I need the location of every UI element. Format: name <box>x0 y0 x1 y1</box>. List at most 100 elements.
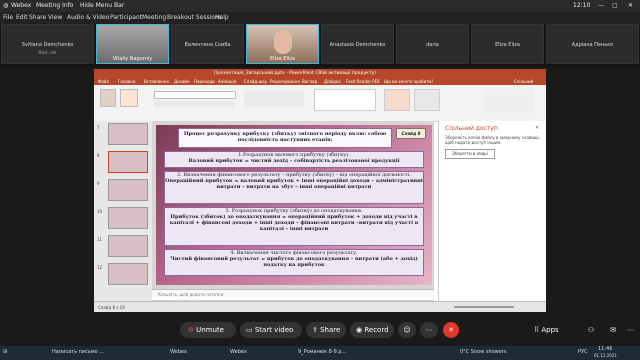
participants-icon[interactable]: ⚇ <box>582 322 600 338</box>
taskbar-app[interactable]: 9_Романюк 8-9.р... <box>298 349 346 355</box>
thumb-number: 12 <box>97 265 103 270</box>
share-pane: Спільний доступ ✕ Збережіть копію файлу … <box>438 121 546 301</box>
leave-meeting-button[interactable]: ✕ <box>443 322 459 338</box>
apps-label: Apps <box>541 326 559 334</box>
share-label: Share <box>320 326 341 334</box>
minimize-button[interactable]: — <box>598 2 604 9</box>
restore-button[interactable]: ▢ <box>612 2 618 9</box>
taskbar: ⊞ Написать письмо ... Webex Webex 9_Рома… <box>0 346 640 360</box>
tab-animations[interactable]: Анімація <box>218 79 236 84</box>
ppt-ribbon <box>94 85 546 122</box>
tab-help[interactable]: Довідка <box>324 79 341 84</box>
font-name-box[interactable] <box>154 91 236 99</box>
participant-tile[interactable]: Адріана Пенько <box>546 24 639 64</box>
taskbar-app[interactable]: Webex <box>230 349 247 355</box>
thumb-number: 10 <box>97 209 103 214</box>
slide-counter: Слайд 8 з 19 <box>98 305 125 310</box>
pane-close-icon[interactable]: ✕ <box>535 125 539 131</box>
close-icon[interactable]: ✕ <box>628 2 633 9</box>
chat-icon[interactable]: ✉ <box>604 322 622 338</box>
menu-file[interactable]: File <box>3 14 13 21</box>
meeting-controls: ⊘ Unmute ▭ Start video ⇪ Share ◉ Record … <box>0 314 640 346</box>
slide-thumbnail[interactable] <box>108 179 148 201</box>
participant-name: Svitlana Demchenko <box>21 42 74 48</box>
hide-menu-bar-button[interactable]: Hide Menu Bar <box>80 2 124 9</box>
current-slide[interactable]: Процес розрахунку прибутку (збитку) звіт… <box>156 125 432 285</box>
slide-heading-box: Процес розрахунку прибутку (збитку) звіт… <box>178 128 392 148</box>
apps-icon: ⠿ <box>534 326 540 334</box>
more-icon: ⋯ <box>425 326 433 334</box>
taskbar-clock[interactable]: 11:46 <box>598 346 612 352</box>
tab-transitions[interactable]: Переходи <box>194 79 215 84</box>
more-options-button[interactable]: ⋯ <box>420 322 438 338</box>
participant-video-tile[interactable]: Eliza Ellza <box>246 24 319 64</box>
mic-muted-icon: ⊘ <box>188 326 194 334</box>
thumb-number: 11 <box>97 237 103 242</box>
menu-share[interactable]: Share <box>29 14 46 21</box>
tab-foxit[interactable]: Foxit Reader PDF <box>346 79 380 84</box>
participant-tile[interactable]: Anastasia Demchenko <box>321 24 394 64</box>
tab-review[interactable]: Рецензування <box>270 79 300 84</box>
start-video-button[interactable]: ▭ Start video <box>240 322 302 338</box>
unmute-label: Unmute <box>196 326 224 334</box>
input-language[interactable]: РУС <box>578 349 588 355</box>
shapes-gallery[interactable] <box>314 89 376 111</box>
arrange-icon[interactable] <box>384 89 410 111</box>
paste-icon[interactable] <box>100 89 116 107</box>
reactions-button[interactable]: ☺ <box>398 322 416 338</box>
menu-edit[interactable]: Edit <box>16 14 28 21</box>
taskbar-app[interactable]: Webex <box>170 349 187 355</box>
menu-help[interactable]: Help <box>215 14 229 21</box>
slide-heading: Процес розрахунку прибутку (збитку) звіт… <box>183 131 387 143</box>
notes-pane[interactable]: Клацніть, щоб додати нотатки <box>152 289 434 300</box>
slide-thumbnail[interactable] <box>108 207 148 229</box>
shared-screen: Презентація_Загорський.pptx - PowerPoint… <box>94 69 546 312</box>
slide-thumbnail-selected[interactable] <box>108 151 148 173</box>
record-label: Record <box>364 326 389 334</box>
tab-view[interactable]: Вигляд <box>302 79 317 84</box>
title-bar: ◍ Webex Meeting Info Hide Menu Bar 12:10… <box>0 0 640 12</box>
participant-video-tile[interactable]: Vitaliy Nagorniy <box>96 24 169 64</box>
apps-button[interactable]: ⠿ Apps <box>530 322 576 338</box>
reactions-icon: ☺ <box>403 326 411 334</box>
ppt-ribbon-tabs: Файл Головна Вставлення Дизайн Переходи … <box>94 78 546 89</box>
menu-meeting[interactable]: Meeting <box>142 14 166 21</box>
more-panels-icon[interactable]: ⋯ <box>624 322 638 338</box>
menu-breakout-sessions[interactable]: Breakout Sessions <box>167 14 222 21</box>
tab-home[interactable]: Головна <box>118 79 135 84</box>
slide-thumbnail[interactable] <box>108 123 148 145</box>
slide-thumbnail[interactable] <box>108 263 148 285</box>
tab-slideshow[interactable]: Слайд-шоу <box>244 79 267 84</box>
menu-participant[interactable]: Participant <box>110 14 142 21</box>
zoom-slider[interactable] <box>454 306 514 308</box>
clock-text: 12:10 <box>573 2 591 9</box>
weather-text[interactable]: 0°C Snow showers <box>460 349 507 355</box>
video-off-icon: ▭ <box>246 326 253 334</box>
participant-strip: Svitlana Demchenko Host, me Vitaliy Nago… <box>0 24 640 67</box>
participant-tile[interactable]: daria <box>396 24 469 64</box>
font-format-row <box>154 101 234 107</box>
participant-tile[interactable]: Валентина Скиба <box>171 24 244 64</box>
share-pane-title: Спільний доступ <box>445 125 498 132</box>
tell-me-box[interactable]: Що ви хочете зробити? <box>384 79 433 84</box>
participant-name: Eliza Ellza <box>270 56 295 62</box>
menu-view[interactable]: View <box>48 14 62 21</box>
unmute-button[interactable]: ⊘ Unmute <box>180 322 236 338</box>
tab-design[interactable]: Дизайн <box>174 79 190 84</box>
meeting-info-button[interactable]: Meeting Info <box>36 2 73 9</box>
taskbar-date: 01.12.2021 <box>594 353 617 358</box>
participant-tile[interactable]: Svitlana Demchenko Host, me <box>1 24 94 64</box>
menu-audio-video[interactable]: Audio & Video <box>67 14 109 21</box>
quick-styles-icon[interactable] <box>414 89 440 111</box>
tab-file[interactable]: Файл <box>98 79 109 84</box>
tab-insert[interactable]: Вставлення <box>144 79 169 84</box>
thumb-number: 9 <box>97 181 100 186</box>
save-to-cloud-button[interactable]: Зберегти в хмарі <box>445 149 495 159</box>
record-button[interactable]: ◉ Record <box>350 322 394 338</box>
share-button[interactable]: ⇪ Share <box>306 322 346 338</box>
windows-start-icon[interactable]: ⊞ <box>3 349 7 355</box>
new-slide-icon[interactable] <box>120 89 138 107</box>
slide-thumbnail[interactable] <box>108 235 148 257</box>
taskbar-app[interactable]: Написать письмо ... <box>52 349 104 355</box>
participant-tile[interactable]: Eliza Eliza <box>471 24 544 64</box>
